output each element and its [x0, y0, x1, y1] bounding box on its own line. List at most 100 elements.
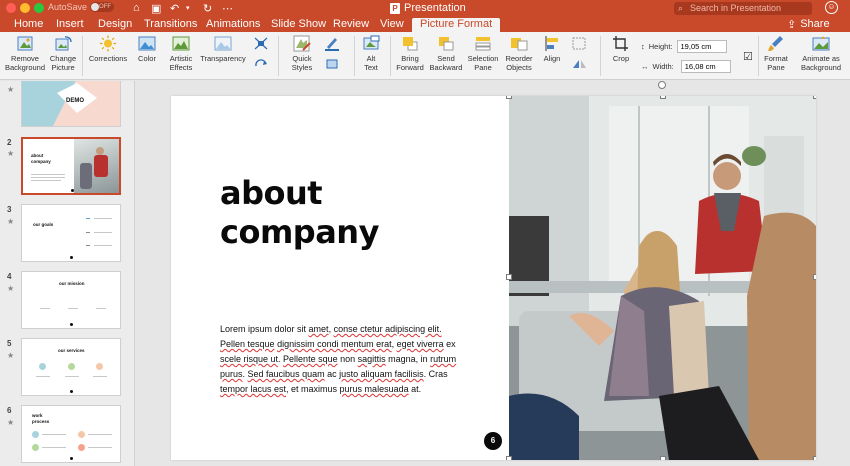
format-pane-button[interactable]: Format Pane [762, 35, 790, 72]
transparency-button[interactable]: Transparency [200, 35, 246, 64]
pen-icon [323, 35, 341, 52]
ribbon-separator [354, 36, 355, 76]
artistic-effects-button[interactable]: Artistic Effects [164, 35, 198, 72]
color-label: Color [138, 54, 156, 63]
slide-thumbnail-5[interactable]: our services [21, 338, 121, 396]
sun-icon [99, 35, 117, 52]
bring-forward-button[interactable]: Bring Forward [394, 35, 426, 72]
page-dot [70, 457, 73, 460]
resize-handle[interactable] [506, 456, 512, 460]
align-button[interactable]: Align [540, 35, 564, 64]
more-commands-icon[interactable]: ⋯ [222, 2, 233, 15]
redo-icon[interactable]: ↻ [203, 2, 212, 15]
slide-thumbnail-4[interactable]: our mission [21, 271, 121, 329]
slide-thumbnail-6[interactable]: work process [21, 405, 121, 463]
slide-number: 3 [7, 205, 12, 214]
feedback-smiley-icon[interactable]: ☺ [825, 1, 838, 14]
resize-handle[interactable] [660, 456, 666, 460]
minimize-window-button[interactable] [20, 3, 30, 13]
tab-animations[interactable]: Animations [206, 18, 260, 32]
transparency-icon [214, 35, 232, 52]
send-backward-button[interactable]: Send Backward [428, 35, 464, 72]
service-icon [68, 363, 75, 370]
resize-handle[interactable] [506, 274, 512, 280]
corrections-button[interactable]: Corrections [86, 35, 130, 64]
animation-star-icon: ★ [7, 85, 15, 94]
tab-view[interactable]: View [380, 18, 404, 32]
color-button[interactable]: Color [134, 35, 160, 64]
tab-transitions[interactable]: Transitions [144, 18, 197, 32]
slide-title[interactable]: about company [220, 174, 379, 252]
remove-background-button[interactable]: Remove Background [4, 35, 46, 72]
text-line [68, 308, 78, 309]
tab-picture-format[interactable]: Picture Format [412, 18, 501, 32]
selected-picture[interactable] [509, 96, 816, 460]
slide-editor-canvas[interactable]: about company Lorem ipsum dolor sit amet… [136, 81, 850, 466]
group-objects-icon[interactable] [570, 35, 588, 52]
picture-border-button[interactable] [322, 35, 342, 72]
resize-handle[interactable] [813, 456, 816, 460]
goal-icon [86, 218, 90, 219]
text-line [94, 232, 112, 233]
slide-body-text[interactable]: Lorem ipsum dolor sit amet, conse ctetur… [220, 322, 460, 397]
tab-design[interactable]: Design [98, 18, 132, 32]
ribbon-tabs: Home Insert Design Transitions Animation… [0, 17, 850, 32]
height-input[interactable] [676, 40, 727, 53]
animation-star-icon: ★ [7, 418, 15, 427]
current-slide[interactable]: about company Lorem ipsum dolor sit amet… [171, 96, 816, 460]
tab-slide-show[interactable]: Slide Show [271, 18, 326, 32]
tab-insert[interactable]: Insert [56, 18, 84, 32]
crop-label: Crop [612, 54, 630, 63]
resize-handle[interactable] [813, 96, 816, 99]
bring-forward-icon [401, 35, 419, 52]
resize-handle[interactable] [813, 274, 816, 280]
text-line [93, 376, 107, 377]
ribbon-separator [600, 36, 601, 76]
save-icon[interactable]: ▣ [151, 2, 161, 15]
search-input[interactable]: ⌕ Search in Presentation [674, 2, 812, 15]
align-icon [543, 35, 561, 52]
tab-home[interactable]: Home [14, 18, 43, 32]
slide-5-title: our services [58, 348, 85, 353]
resize-handle[interactable] [660, 96, 666, 99]
rotate-objects-icon[interactable] [570, 55, 588, 72]
bring-forward-label: Bring Forward [396, 54, 424, 72]
picture-effects-button[interactable] [250, 35, 272, 72]
brush-icon [767, 35, 785, 52]
slide-thumbnail-1[interactable]: DEMO [21, 81, 121, 127]
quick-styles-label: Quick Styles [291, 54, 313, 72]
resize-handle[interactable] [506, 96, 512, 99]
text-line [31, 180, 61, 181]
tab-review[interactable]: Review [333, 18, 369, 32]
slide-thumbnail-2[interactable]: about company [21, 137, 121, 195]
animation-star-icon: ★ [7, 284, 15, 293]
service-icon [39, 363, 46, 370]
picture-layout-icon [252, 35, 270, 52]
alt-text-button[interactable]: Alt Text [358, 35, 384, 72]
alt-text-label: Alt Text [364, 54, 378, 72]
reorder-objects-button[interactable]: Reorder Objects [502, 35, 536, 72]
slide-number: 6 [7, 406, 12, 415]
process-icon [32, 444, 39, 451]
undo-dropdown-icon[interactable]: ▾ [186, 4, 190, 12]
change-picture-button[interactable]: Change Picture [48, 35, 78, 72]
close-window-button[interactable] [6, 3, 16, 13]
undo-icon[interactable]: ↶ [170, 2, 179, 15]
crop-button[interactable]: Crop [606, 35, 636, 64]
ribbon-separator [758, 36, 759, 76]
quick-styles-button[interactable]: Quick Styles [284, 35, 320, 72]
selection-pane-button[interactable]: Selection Pane [465, 35, 501, 72]
animate-as-background-button[interactable]: Animate as Background [797, 35, 845, 72]
rotation-handle[interactable] [658, 81, 666, 89]
home-icon[interactable]: ⌂ [133, 2, 140, 14]
slide-thumbnail-3[interactable]: our goals [21, 204, 121, 262]
autosave-toggle[interactable]: OFF [90, 2, 115, 12]
slide-thumbnails-panel[interactable]: ★ DEMO 2 ★ about company 3 ★ our goals 4… [0, 81, 135, 466]
group-rotate-buttons [568, 35, 590, 72]
width-input[interactable] [680, 60, 731, 73]
lock-aspect-ratio-icon[interactable]: ☑ [743, 50, 753, 63]
zoom-window-button[interactable] [34, 3, 44, 13]
height-icon: ↕ [641, 42, 645, 51]
share-button[interactable]: ⇪ Share [787, 18, 830, 31]
text-line [36, 376, 50, 377]
